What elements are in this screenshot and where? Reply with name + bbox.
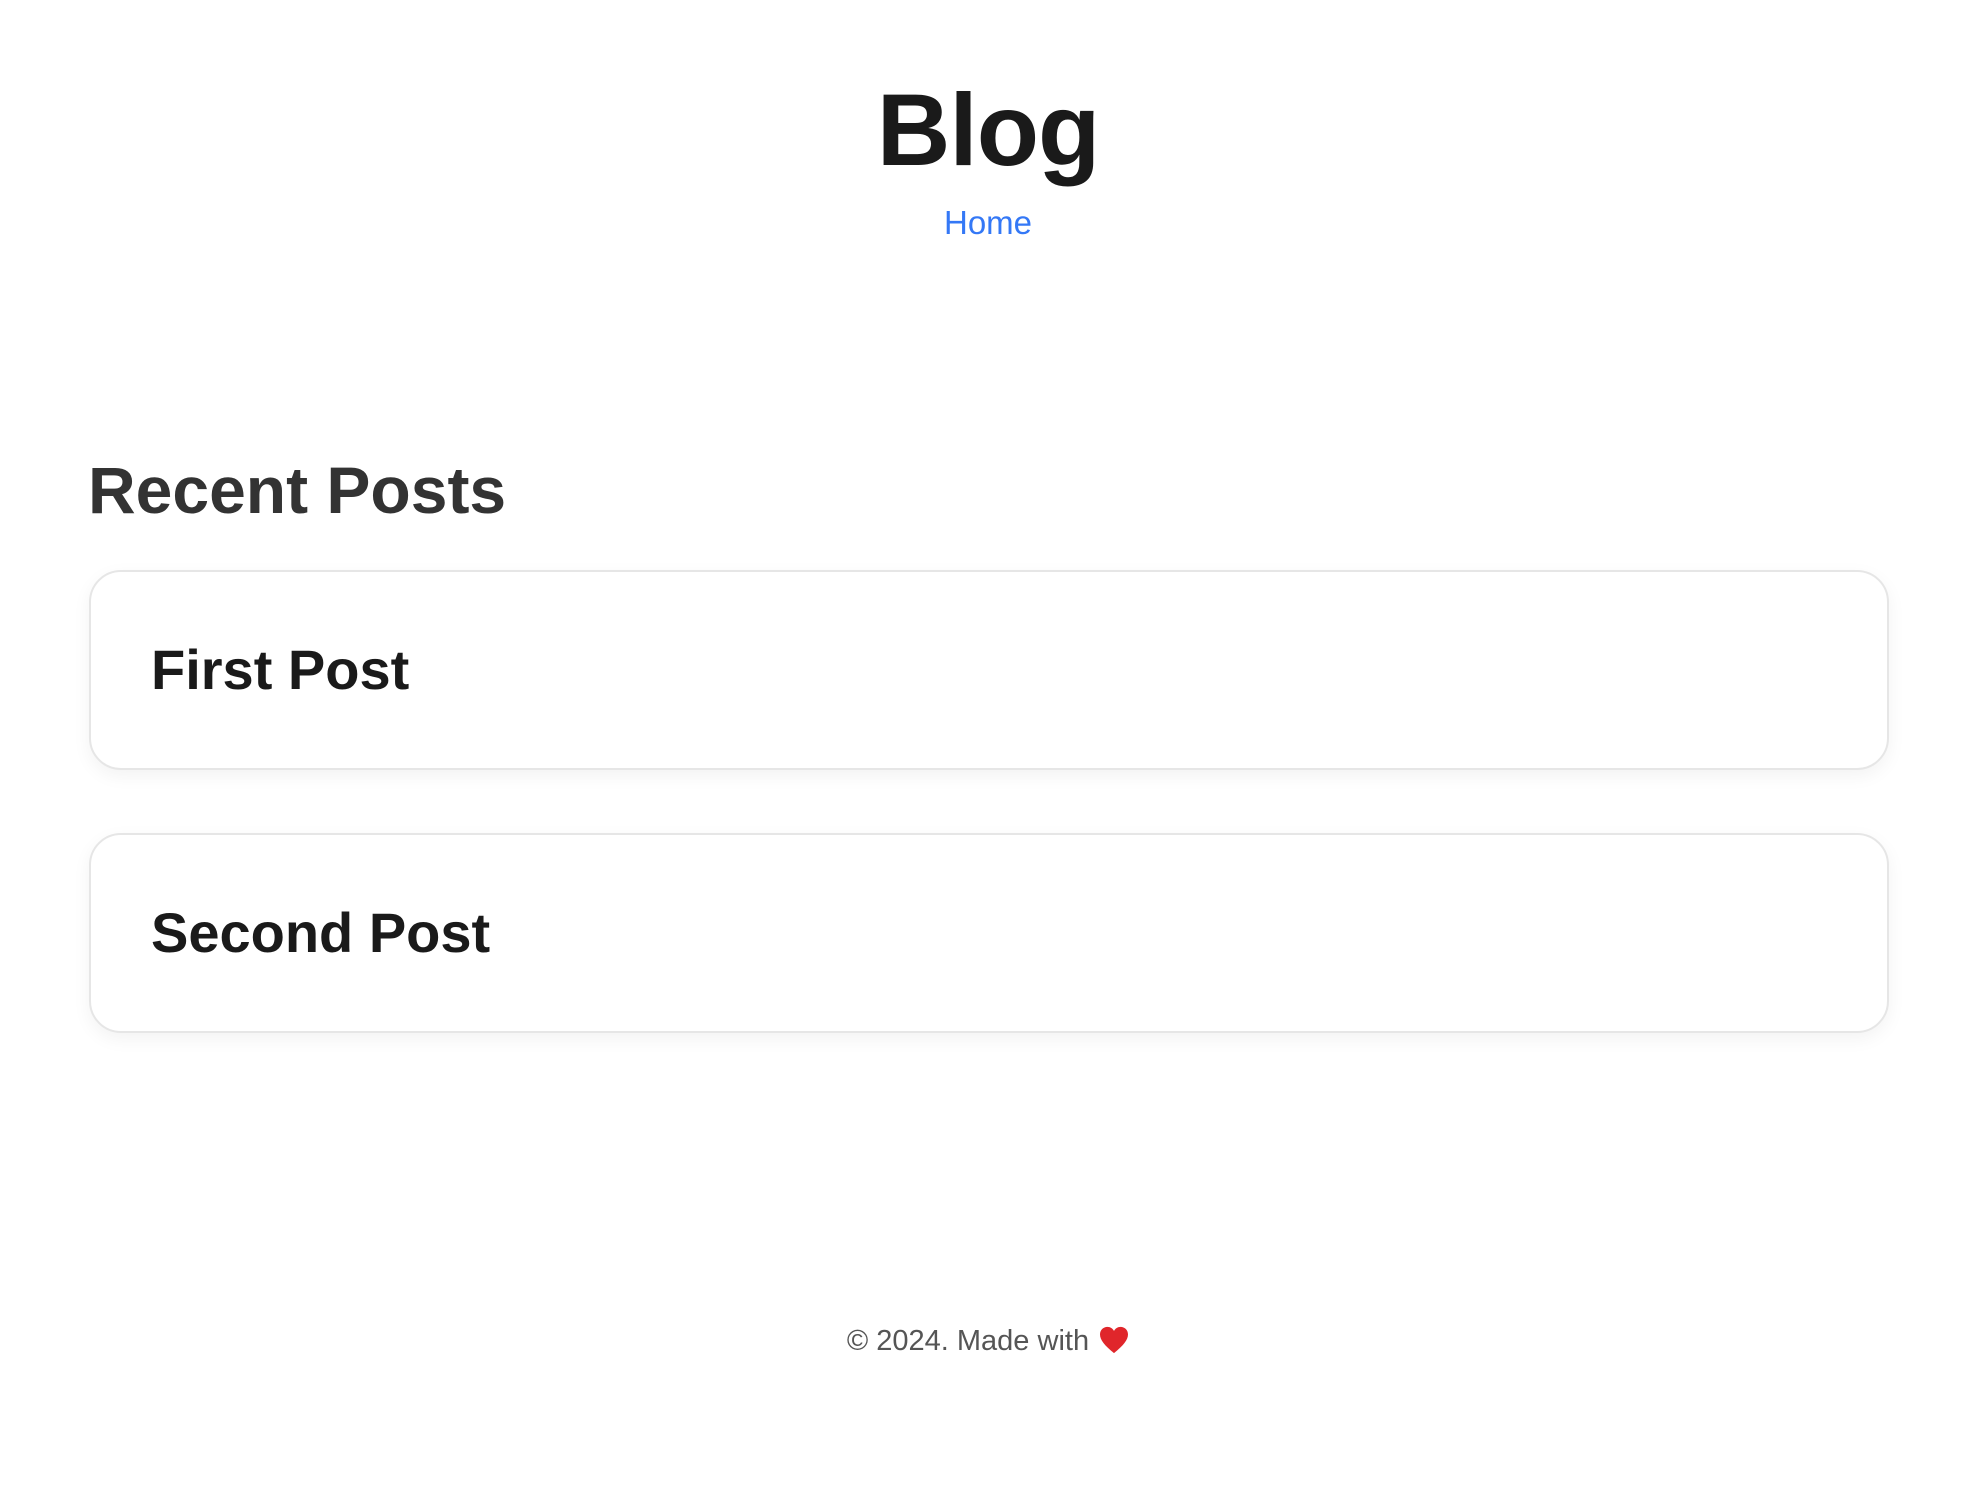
post-title[interactable]: Second Post bbox=[151, 899, 490, 967]
section-title-recent-posts: Recent Posts bbox=[88, 453, 507, 527]
site-header: Blog Home bbox=[0, 0, 1976, 300]
nav-link-home[interactable]: Home bbox=[944, 204, 1032, 241]
post-card[interactable]: Second Post bbox=[89, 833, 1889, 1033]
post-list: First Post Second Post bbox=[89, 570, 1889, 1096]
heart-icon bbox=[1100, 1326, 1129, 1354]
footer-text: © 2024. Made with bbox=[846, 1325, 1090, 1357]
site-title: Blog bbox=[876, 73, 1101, 187]
main-nav: Home bbox=[0, 202, 1976, 244]
site-footer: © 2024. Made with bbox=[0, 1322, 1976, 1360]
post-card[interactable]: First Post bbox=[89, 570, 1889, 770]
post-title[interactable]: First Post bbox=[151, 636, 409, 704]
